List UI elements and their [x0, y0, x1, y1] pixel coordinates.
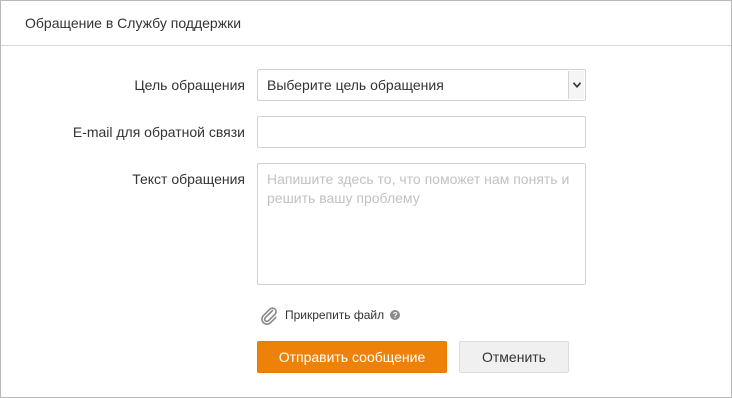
cancel-button[interactable]: Отменить [459, 341, 569, 373]
submit-button[interactable]: Отправить сообщение [257, 341, 447, 373]
dialog-header: Обращение в Службу поддержки [1, 1, 731, 46]
paperclip-icon [259, 305, 279, 325]
email-label: E-mail для обратной связи [72, 124, 245, 140]
dialog-title: Обращение в Службу поддержки [25, 15, 242, 31]
email-field[interactable] [257, 116, 586, 148]
support-dialog: Обращение в Службу поддержки Цель обраще… [0, 0, 732, 398]
attach-file-link[interactable]: Прикрепить файл ? [259, 305, 401, 325]
chevron-down-icon[interactable] [568, 71, 584, 99]
message-placeholder: Напишите здесь то, что поможет нам понят… [267, 171, 570, 206]
help-icon[interactable]: ? [390, 310, 401, 320]
submit-button-label: Отправить сообщение [278, 349, 426, 365]
message-label: Текст обращения [132, 171, 245, 187]
cancel-button-label: Отменить [482, 349, 546, 365]
purpose-label: Цель обращения [134, 77, 245, 93]
purpose-selected-value: Выберите цель обращения [267, 77, 444, 93]
attach-label: Прикрепить файл [285, 308, 385, 322]
purpose-select[interactable]: Выберите цель обращения [257, 69, 586, 101]
message-textarea[interactable]: Напишите здесь то, что поможет нам понят… [257, 163, 586, 285]
